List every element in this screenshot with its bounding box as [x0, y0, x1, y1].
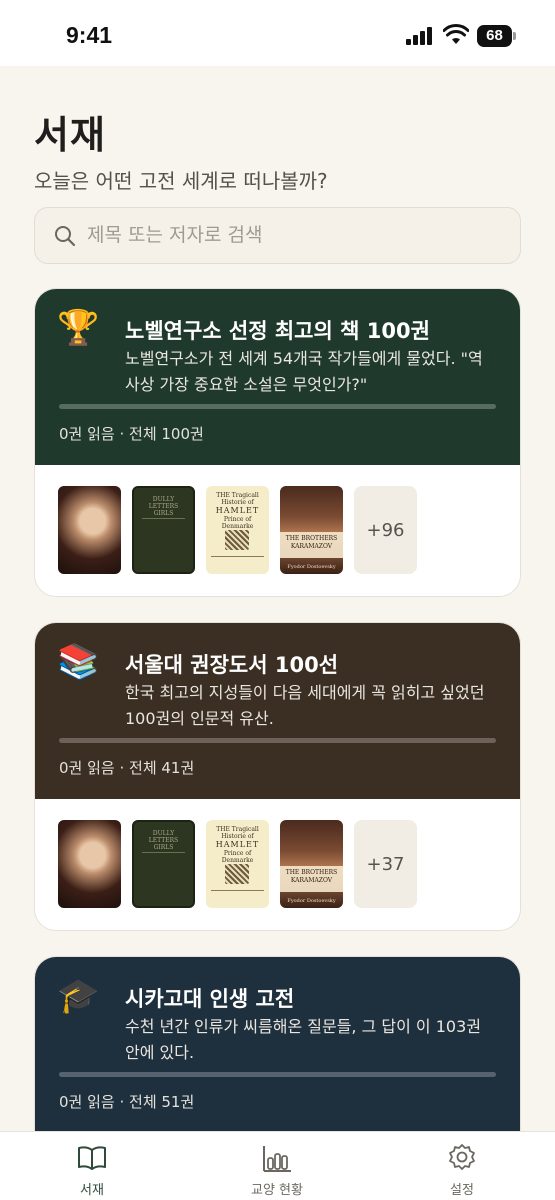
- collection-description: 노벨연구소가 전 세계 54개국 작가들에게 물었다. "역사상 가장 중요한 …: [125, 349, 483, 394]
- search-bar[interactable]: [34, 207, 521, 264]
- page-title: 서재: [34, 113, 106, 157]
- book-cover-divider: [142, 518, 185, 519]
- book-cover-author: Fyodor Dostoevsky: [287, 564, 336, 570]
- collection-progress-bar: [59, 1072, 496, 1077]
- tab-bar: 서재 교양 현황 설정: [0, 1131, 555, 1200]
- book-cover[interactable]: [58, 820, 121, 908]
- books-icon: 📚: [57, 642, 100, 682]
- library-screen: 9:41 68 서재 오늘은 어떤 고전 세계로 떠나볼까? 🏆: [0, 0, 555, 1200]
- collection-card-header: 🏆 노벨연구소 선정 최고의 책 100권 노벨연구소가 전 세계 54개국 작…: [35, 289, 520, 465]
- book-open-icon: [78, 1146, 106, 1170]
- collection-title: 노벨연구소 선정 최고의 책 100권: [125, 319, 430, 343]
- book-cover-divider: [211, 890, 264, 898]
- gear-icon: [449, 1144, 475, 1170]
- book-cover[interactable]: THE BROTHERS KARAMAZOV Fyodor Dostoevsky: [280, 486, 343, 574]
- tab-settings[interactable]: 설정: [402, 1142, 522, 1198]
- status-bar: 9:41 68: [0, 0, 555, 66]
- collection-title: 시카고대 인생 고전: [125, 987, 295, 1011]
- book-cover-row: DULLY LETTERS GIRLS THE Tragicall Histor…: [35, 465, 520, 595]
- book-cover-author: Fyodor Dostoevsky: [287, 898, 336, 904]
- page-subtitle: 오늘은 어떤 고전 세계로 떠나볼까?: [34, 169, 328, 193]
- book-cover-title: DULLY LETTERS GIRLS: [148, 830, 179, 851]
- book-cover[interactable]: [58, 486, 121, 574]
- status-time: 9:41: [66, 22, 113, 48]
- cellular-signal-icon: [406, 27, 432, 45]
- collection-title: 서울대 권장도서 100선: [125, 653, 339, 677]
- battery-icon: 68: [477, 25, 517, 47]
- collection-count: 0권 읽음 · 전체 51권: [59, 1093, 195, 1111]
- collection-card-snu[interactable]: 📚 서울대 권장도서 100선 한국 최고의 지성들이 다음 세대에게 꼭 읽히…: [34, 622, 521, 931]
- book-cover-text: THE Tragicall Historie of HAMLET Prince …: [215, 826, 260, 864]
- book-cover[interactable]: DULLY LETTERS GIRLS: [132, 820, 195, 908]
- book-cover-ornament: [225, 864, 249, 884]
- collection-count: 0권 읽음 · 전체 41권: [59, 759, 195, 777]
- collection-description: 한국 최고의 지성들이 다음 세대에게 꼭 읽히고 싶었던 100권의 인문적 …: [125, 683, 485, 728]
- bar-chart-icon: [263, 1146, 291, 1172]
- more-books-button[interactable]: +96: [354, 486, 417, 574]
- book-cover-divider: [211, 556, 264, 564]
- collection-card-chicago[interactable]: 🎓 시카고대 인생 고전 수천 년간 인류가 씨름해온 질문들, 그 답이 이 …: [34, 956, 521, 1156]
- collection-count: 0권 읽음 · 전체 100권: [59, 425, 204, 443]
- tab-label: 서재: [80, 1183, 104, 1198]
- collection-card-nobel[interactable]: 🏆 노벨연구소 선정 최고의 책 100권 노벨연구소가 전 세계 54개국 작…: [34, 288, 521, 597]
- book-cover-title: DULLY LETTERS GIRLS: [148, 496, 179, 517]
- tab-label: 설정: [450, 1183, 474, 1198]
- book-cover-ornament: [225, 530, 249, 550]
- collection-card-header: 🎓 시카고대 인생 고전 수천 년간 인류가 씨름해온 질문들, 그 답이 이 …: [35, 957, 520, 1156]
- book-cover[interactable]: THE Tragicall Historie of HAMLET Prince …: [206, 486, 269, 574]
- book-cover-text: THE Tragicall Historie of HAMLET Prince …: [215, 492, 260, 530]
- graduation-cap-icon: 🎓: [57, 976, 100, 1016]
- collection-progress-bar: [59, 738, 496, 743]
- book-cover-row: DULLY LETTERS GIRLS THE Tragicall Histor…: [35, 799, 520, 929]
- book-cover-title: THE BROTHERS KARAMAZOV: [285, 535, 338, 550]
- book-cover[interactable]: THE BROTHERS KARAMAZOV Fyodor Dostoevsky: [280, 820, 343, 908]
- book-cover-divider: [142, 852, 185, 853]
- collection-card-header: 📚 서울대 권장도서 100선 한국 최고의 지성들이 다음 세대에게 꼭 읽히…: [35, 623, 520, 799]
- tab-stats[interactable]: 교양 현황: [217, 1142, 337, 1198]
- battery-level: 68: [486, 27, 503, 44]
- wifi-icon: [443, 24, 469, 44]
- book-cover-title: THE BROTHERS KARAMAZOV: [285, 869, 338, 884]
- more-books-button[interactable]: +37: [354, 820, 417, 908]
- search-icon: [55, 226, 76, 247]
- book-cover[interactable]: DULLY LETTERS GIRLS: [132, 486, 195, 574]
- tab-label: 교양 현황: [251, 1183, 303, 1198]
- tab-library[interactable]: 서재: [32, 1142, 152, 1198]
- collection-progress-bar: [59, 404, 496, 409]
- book-cover[interactable]: THE Tragicall Historie of HAMLET Prince …: [206, 820, 269, 908]
- search-input[interactable]: [87, 208, 507, 262]
- collection-description: 수천 년간 인류가 씨름해온 질문들, 그 답이 이 103권 안에 있다.: [125, 1017, 481, 1062]
- trophy-icon: 🏆: [57, 308, 100, 348]
